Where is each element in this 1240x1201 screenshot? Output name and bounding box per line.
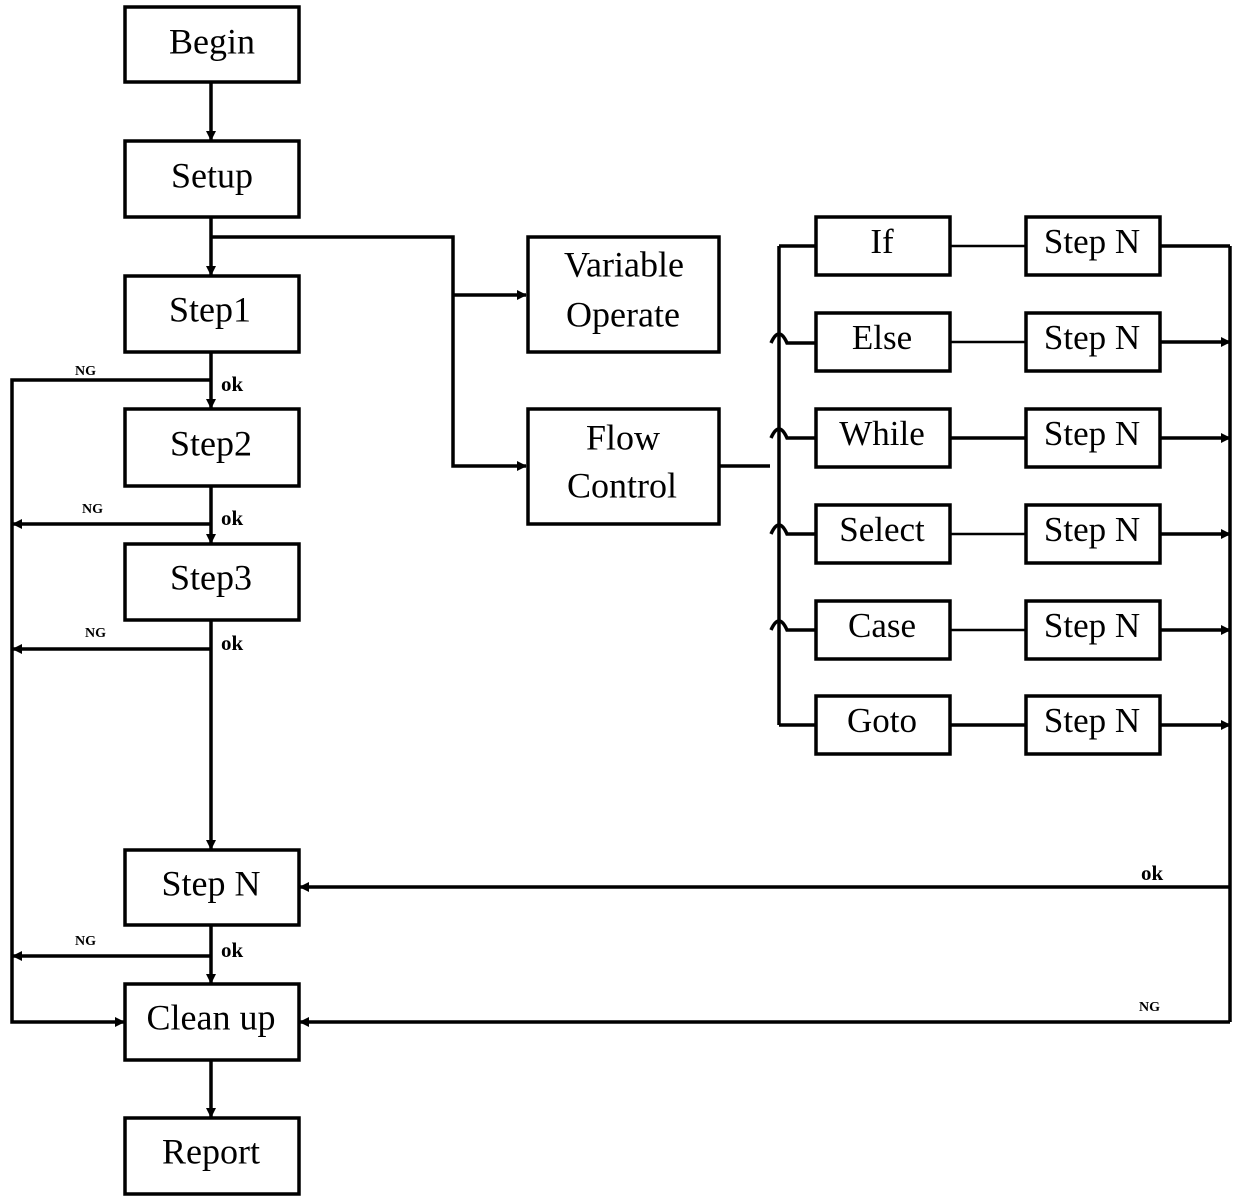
node-cleanup: Clean up — [123, 982, 301, 1062]
node-begin-label: Begin — [169, 21, 255, 61]
label-ng-step1: NG — [75, 364, 96, 379]
node-setup: Setup — [123, 139, 301, 219]
node-setup-label: Setup — [171, 155, 253, 195]
node-step2-label: Step2 — [170, 423, 252, 463]
label-ng-step3: NG — [85, 626, 106, 641]
node-step3-label: Step3 — [170, 557, 252, 597]
node-variable-operate-line1: Variable — [564, 244, 684, 284]
item-else-step: Step N — [1044, 318, 1140, 357]
item-goto-keyword: Goto — [847, 701, 917, 740]
label-ng-stepn: NG — [75, 934, 96, 949]
item-while-step: Step N — [1044, 414, 1140, 453]
label-ng-step2: NG — [82, 502, 103, 517]
flowchart: NG ok NG ok NG ok NG ok ok NG Begin Setu… — [10, 5, 1232, 1196]
item-select-step: Step N — [1044, 510, 1140, 549]
node-stepn: Step N — [123, 848, 301, 927]
node-cleanup-label: Clean up — [147, 997, 276, 1037]
node-flow-control-line2: Control — [567, 465, 677, 505]
node-variable-operate: Variable Operate — [526, 235, 721, 354]
node-step3: Step3 — [123, 542, 301, 622]
item-if-step: Step N — [1044, 222, 1140, 261]
node-stepn-label: Step N — [162, 863, 261, 903]
node-step1-label: Step1 — [169, 289, 251, 329]
node-flow-control: Flow Control — [526, 407, 721, 526]
node-report: Report — [123, 1116, 301, 1196]
node-report-label: Report — [162, 1131, 260, 1171]
flow-control-items: If Step N Else Step N While Step N Selec… — [814, 215, 1162, 756]
item-else-keyword: Else — [852, 318, 912, 357]
item-case-step: Step N — [1044, 606, 1140, 645]
node-step1: Step1 — [123, 274, 301, 354]
label-ng-right-bus: NG — [1139, 1000, 1160, 1015]
node-flow-control-line1: Flow — [586, 417, 660, 457]
label-ok-right-bus: ok — [1141, 861, 1164, 885]
node-variable-operate-line2: Operate — [566, 294, 680, 334]
item-case-keyword: Case — [848, 606, 916, 645]
node-step2: Step2 — [123, 407, 301, 488]
label-ok-stepn: ok — [221, 938, 244, 962]
item-while-keyword: While — [839, 414, 925, 453]
item-goto-step: Step N — [1044, 701, 1140, 740]
item-if-keyword: If — [870, 222, 894, 261]
label-ok-step1: ok — [221, 372, 244, 396]
label-ok-step3: ok — [221, 631, 244, 655]
label-ok-step2: ok — [221, 506, 244, 530]
node-begin: Begin — [123, 5, 301, 84]
item-select-keyword: Select — [839, 510, 925, 549]
